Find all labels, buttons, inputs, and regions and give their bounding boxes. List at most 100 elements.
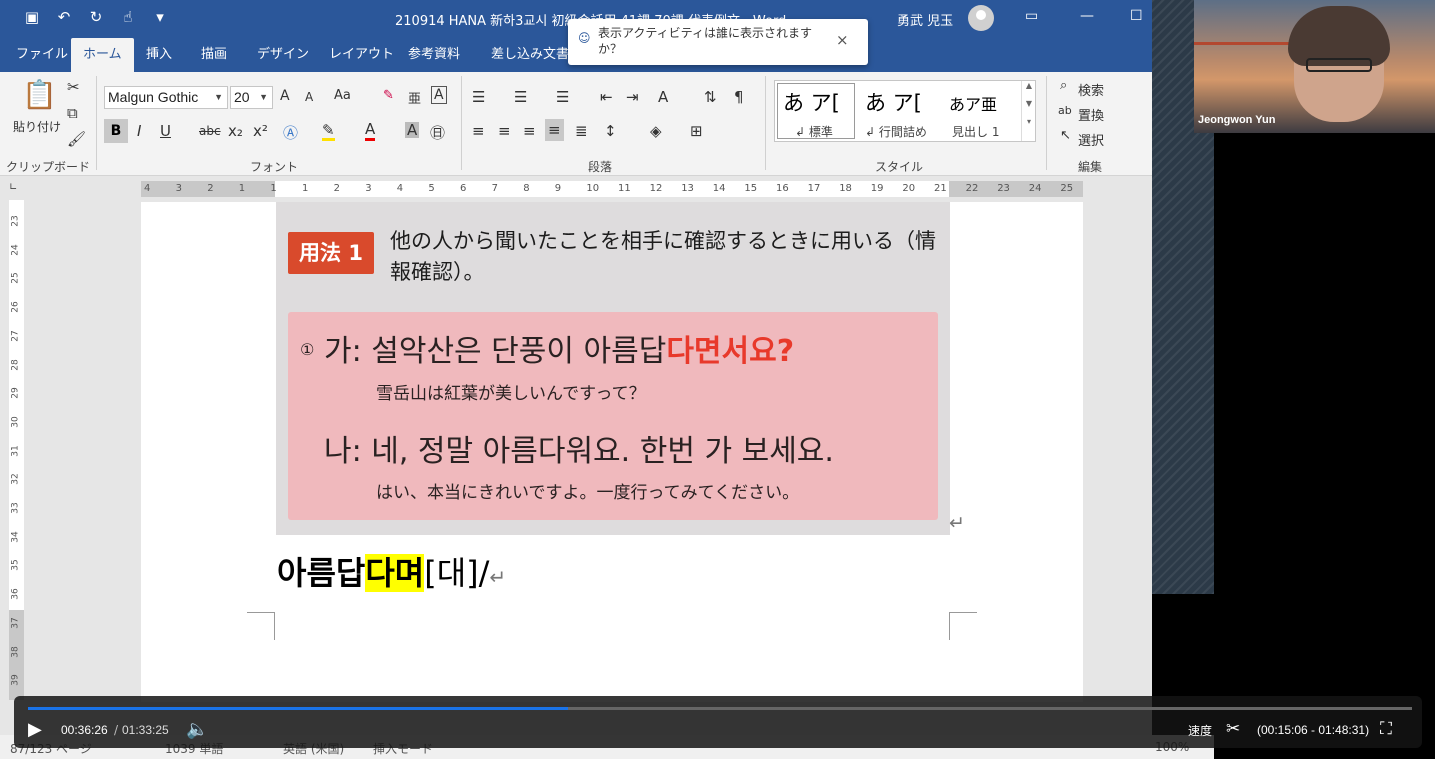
customize-icon[interactable]: ▾ — [150, 8, 170, 26]
fullscreen-icon[interactable]: ⛶ — [1380, 719, 1392, 739]
paste-label[interactable]: 貼り付け — [13, 118, 61, 135]
replace-icon[interactable]: ab — [1058, 104, 1072, 117]
copy-icon[interactable]: ⧉ — [67, 104, 78, 122]
usage-badge: 用法 1 — [288, 232, 374, 274]
close-icon[interactable]: × — [836, 31, 849, 49]
ruler-tick-label: 9 — [554, 183, 562, 194]
style-preview-no-spacing[interactable]: あ ア[ — [865, 87, 922, 117]
multilevel-list-icon[interactable]: ☰ — [556, 88, 569, 106]
progress-bar[interactable] — [28, 707, 1412, 710]
find-button[interactable]: 検索 — [1078, 80, 1104, 99]
numbering-icon[interactable]: ☰ — [514, 88, 527, 106]
select-icon[interactable]: ↖ — [1060, 128, 1071, 143]
tab-mailings[interactable]: 差し込み文書 — [491, 38, 569, 72]
shrink-font-icon[interactable]: A — [305, 90, 313, 104]
tab-home[interactable]: ホーム — [71, 38, 134, 72]
user-name[interactable]: 勇武 児玉 — [897, 10, 953, 29]
undo-icon[interactable]: ↶ — [54, 8, 74, 26]
redo-icon[interactable]: ↻ — [86, 8, 106, 26]
tab-insert[interactable]: 挿入 — [146, 38, 172, 72]
ruler-tick-label: 22 — [965, 183, 979, 194]
example-line-2: 나: 네, 정말 아름다워요. 한번 가 보세요. — [324, 434, 834, 469]
save-icon[interactable]: ▣ — [22, 8, 42, 26]
vertical-ruler[interactable]: 23 24 25 26 27 28 29 30 31 32 33 34 35 36 37 38 39 — [9, 200, 24, 700]
align-center-icon[interactable]: ≡ — [498, 122, 511, 140]
align-right-icon[interactable]: ≡ — [523, 122, 536, 140]
divider — [96, 76, 97, 170]
ruler-tick-label: 13 — [681, 183, 694, 194]
bold-button[interactable]: B — [104, 119, 128, 143]
activity-tooltip: ☺ 表示アクティビティは誰に表示されますか？ × — [568, 19, 868, 65]
phonetic-guide-icon[interactable]: 亜 — [408, 88, 421, 107]
minimize-icon[interactable]: — — [1080, 8, 1094, 24]
borders-icon[interactable]: ⊞ — [690, 122, 703, 140]
tab-file[interactable]: ファイル — [16, 38, 68, 72]
italic-button[interactable]: I — [137, 122, 141, 140]
play-icon[interactable]: ▶ — [28, 719, 42, 740]
align-left-icon[interactable]: ≡ — [472, 122, 485, 140]
select-button[interactable]: 選択 — [1078, 130, 1104, 149]
person-icon: ☺ — [578, 31, 591, 45]
tab-design[interactable]: デザイン — [257, 38, 309, 72]
tab-layout[interactable]: レイアウト — [329, 38, 394, 72]
ruler-tick-label: 2 — [207, 183, 214, 194]
enclose-characters-button[interactable]: ㊐ — [430, 122, 445, 143]
horizontal-ruler[interactable]: 4 3 2 1 1 1 2 3 4 5 6 7 8 9 10 11 12 13 14 15 16 17 18 19 20 21 22… — [141, 181, 1083, 197]
decrease-indent-icon[interactable]: ⇤ — [600, 88, 613, 106]
increase-indent-icon[interactable]: ⇥ — [626, 88, 639, 106]
textbook-image[interactable]: 用法 1 他の人から聞いたことを相手に確認するときに用いる（情報確認）。 ① 가… — [276, 202, 950, 535]
ruler-tick-label: 25 — [10, 272, 21, 285]
scissors-icon[interactable]: ✂ — [1226, 719, 1240, 739]
show-formatting-icon[interactable]: ¶ — [734, 88, 744, 106]
font-name-combo[interactable]: Malgun Gothic ▼ — [104, 86, 228, 109]
replace-button[interactable]: 置換 — [1078, 105, 1104, 124]
sort-icon[interactable]: ⇅ — [704, 88, 717, 106]
tab-draw[interactable]: 描画 — [201, 38, 227, 72]
quick-access-toolbar: ▣ ↶ ↻ ☝ ▾ — [22, 8, 170, 26]
maximize-icon[interactable]: ☐ — [1130, 8, 1143, 24]
styles-scroll[interactable]: ▲ ▼ ▾ — [1021, 81, 1036, 141]
ribbon-display-icon[interactable]: ▭ — [1025, 8, 1038, 24]
change-case-icon[interactable]: Aa — [334, 88, 351, 103]
ruler-tick-label: 28 — [10, 358, 21, 371]
underline-button[interactable]: U — [160, 122, 171, 140]
paste-icon[interactable]: 📋 — [22, 78, 57, 111]
line-spacing-icon[interactable]: ↕ — [604, 122, 617, 140]
styles-gallery: あ ア[ ↲ 標準 あ ア[ ↲ 行間詰め あア亜 見出し 1 ▲ ▼ ▾ — [774, 80, 1036, 142]
bullets-icon[interactable]: ☰ — [472, 88, 485, 106]
avatar[interactable] — [968, 5, 994, 31]
distributed-icon[interactable]: ≣ — [575, 122, 588, 140]
clear-formatting-icon[interactable]: ✎ — [383, 88, 394, 103]
ruler-tick-label: 39 — [10, 674, 21, 686]
tab-selector[interactable]: ∟ — [9, 182, 23, 196]
highlight-color-icon[interactable]: ✎ — [322, 122, 335, 141]
format-painter-icon[interactable]: 🖌 — [67, 130, 86, 148]
text-effects-icon[interactable]: Ⓐ — [283, 122, 298, 143]
grammar-pattern[interactable]: 아름답다며[대]/↵ — [277, 548, 506, 594]
justify-icon[interactable]: ≡ — [545, 119, 564, 141]
style-preview-heading1[interactable]: あア亜 — [949, 91, 997, 115]
text-direction-icon[interactable]: A — [658, 88, 668, 106]
ruler-tick-label: 30 — [10, 416, 21, 428]
character-shading-button[interactable]: A — [405, 122, 420, 138]
font-size-combo[interactable]: 20 ▼ — [230, 86, 273, 109]
cut-icon[interactable]: ✂ — [67, 78, 80, 96]
speed-button[interactable]: 速度 — [1188, 722, 1212, 739]
touch-mode-icon[interactable]: ☝ — [118, 8, 138, 26]
grow-font-icon[interactable]: A — [280, 88, 290, 104]
search-icon[interactable]: ⌕ — [1060, 78, 1067, 93]
font-color-button[interactable]: A — [365, 120, 376, 141]
example-line-1-highlight: 다면서요? — [666, 334, 795, 369]
superscript-button[interactable]: x² — [253, 122, 268, 140]
character-border-icon[interactable]: A — [431, 86, 447, 104]
paragraph-group-label: 段落 — [588, 160, 613, 174]
strikethrough-button[interactable]: abc — [199, 124, 221, 138]
example-line-1-text: 가: 설악산은 단풍이 아름답 — [324, 334, 667, 369]
ruler-tick-label: 25 — [1060, 183, 1074, 194]
subscript-button[interactable]: x₂ — [228, 122, 243, 140]
ruler-tick-label: 18 — [839, 183, 852, 194]
volume-icon[interactable]: 🔈 — [186, 719, 208, 740]
shading-icon[interactable]: ◈ — [650, 122, 662, 140]
current-time: 00:36:26 — [61, 723, 108, 737]
tab-references[interactable]: 参考資料 — [408, 38, 460, 72]
